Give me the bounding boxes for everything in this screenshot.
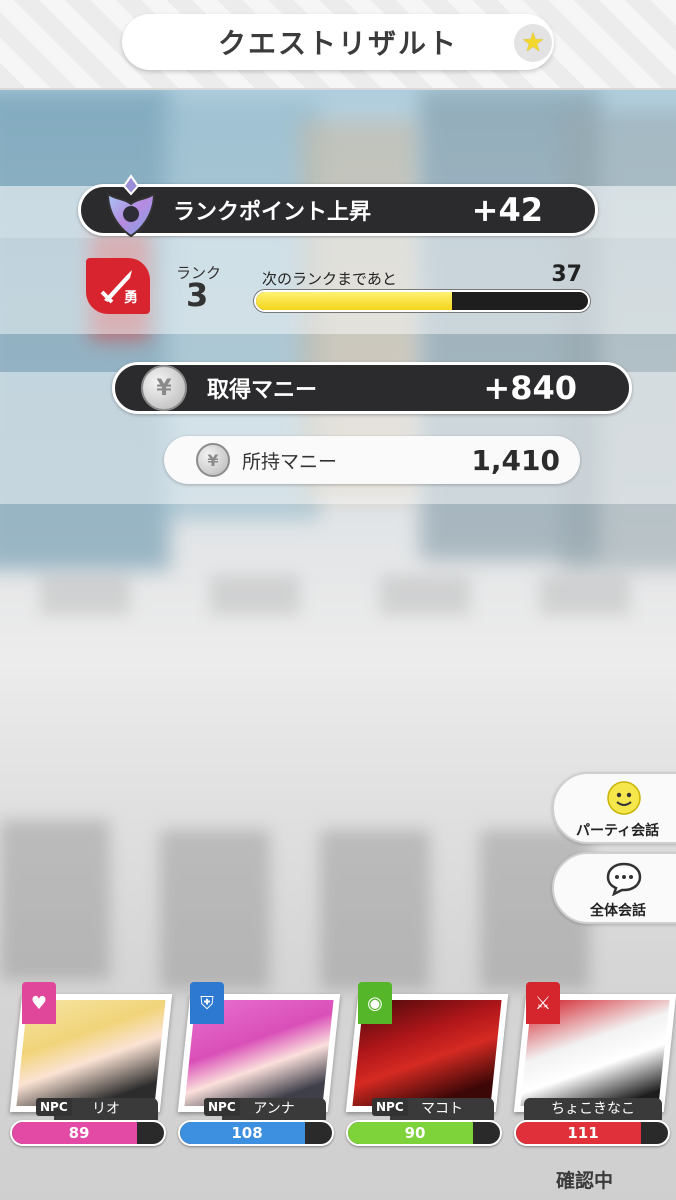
coin-icon: ¥	[141, 365, 187, 411]
all-chat-button[interactable]: 全体会話	[552, 852, 676, 924]
shield-icon: ⛨	[190, 982, 224, 1024]
hp-bar: 111	[514, 1120, 670, 1146]
party-member-card[interactable]: ◉ マコト NPC 90	[344, 982, 509, 1182]
header-bar: ★ クエストリザルト ★	[0, 0, 676, 90]
party-chat-button[interactable]: パーティ会話	[552, 772, 676, 844]
money-gained-label: 取得マニー	[207, 378, 318, 403]
hp-bar: 89	[10, 1120, 166, 1146]
party-member-card[interactable]: ♥ リオ NPC 89	[8, 982, 173, 1182]
star-icon: ★	[514, 24, 552, 62]
coin-icon: ¥	[196, 443, 230, 477]
money-owned-label: 所持マニー	[242, 450, 338, 473]
hp-value: 111	[567, 1124, 599, 1142]
rank-point-value: +42	[471, 191, 543, 229]
hp-value: 108	[231, 1124, 263, 1142]
eye-icon: ◉	[358, 982, 392, 1024]
money-gained-value: +840	[483, 369, 577, 407]
hp-value: 90	[404, 1124, 426, 1142]
npc-badge: NPC	[204, 1098, 240, 1116]
npc-badge: NPC	[372, 1098, 408, 1116]
party-chat-label: パーティ会話	[576, 823, 660, 839]
rank-emblem-icon	[106, 174, 156, 238]
page-title: クエストリザルト	[122, 14, 554, 70]
svg-text:勇: 勇	[124, 290, 138, 306]
money-owned-value: 1,410	[471, 443, 560, 477]
smiley-icon	[607, 781, 641, 815]
sword-icon: ⚔	[526, 982, 560, 1024]
rank-number: 3	[186, 276, 209, 314]
next-rank-value: 37	[551, 262, 582, 287]
npc-badge: NPC	[36, 1098, 72, 1116]
hp-bar: 108	[178, 1120, 334, 1146]
party-member-card[interactable]: ⚔ ちょこきなこ 111	[512, 982, 676, 1182]
speech-bubble-icon	[606, 862, 642, 896]
next-rank-label: 次のランクまであと	[262, 270, 397, 288]
money-gained-pill: ¥ 取得マニー +840	[112, 362, 632, 414]
sword-icon: 勇	[86, 258, 150, 314]
party-member-card[interactable]: ⛨ アンナ NPC 108	[176, 982, 341, 1182]
member-name: ちょこきなこ	[524, 1098, 662, 1120]
hp-bar: 90	[346, 1120, 502, 1146]
hp-value: 89	[68, 1124, 90, 1142]
status-text: 確認中	[556, 1170, 614, 1192]
rank-point-label: ランクポイント上昇	[173, 200, 372, 225]
rank-progress-fill	[256, 292, 452, 310]
money-owned-pill: ¥ 所持マニー 1,410	[164, 436, 580, 484]
all-chat-label: 全体会話	[590, 903, 646, 919]
rank-progress-bar	[254, 290, 590, 312]
heart-icon: ♥	[22, 982, 56, 1024]
